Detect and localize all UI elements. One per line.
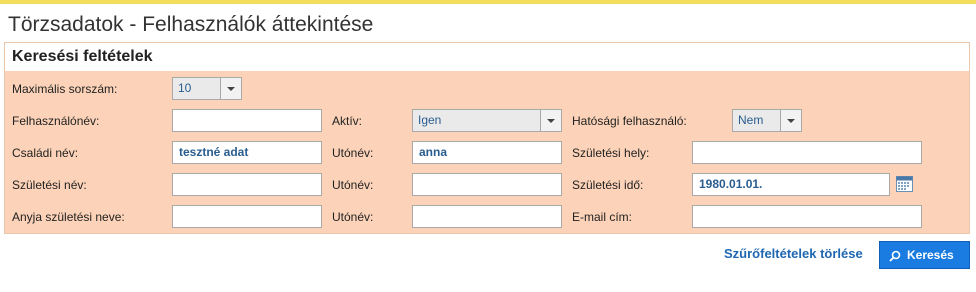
username-input[interactable] (172, 109, 322, 132)
chevron-down-icon[interactable] (780, 110, 801, 131)
active-value: Igen (418, 113, 442, 127)
birth-family-name-label: Születési név: (12, 178, 87, 192)
birth-date-label: Születési idő: (572, 178, 644, 192)
username-label: Felhasználónév: (12, 114, 100, 128)
calendar-icon[interactable] (896, 175, 913, 192)
authority-user-select[interactable]: Nem (732, 109, 802, 132)
max-rows-value: 10 (178, 81, 192, 95)
birth-family-name-input[interactable] (172, 173, 322, 196)
page-title: Törzsadatok - Felhasználók áttekintése (8, 13, 374, 36)
birth-given-name-input[interactable] (412, 173, 562, 196)
max-rows-label: Maximális sorszám: (12, 82, 118, 96)
max-rows-select[interactable]: 10 (172, 77, 242, 100)
active-label: Aktív: (332, 114, 363, 128)
mother-given-name-input[interactable] (412, 205, 562, 228)
given-name-input[interactable]: anna (412, 141, 562, 164)
birth-place-label: Születési hely: (572, 146, 650, 160)
mother-family-name-input[interactable] (172, 205, 322, 228)
family-name-label: Családi név: (12, 146, 79, 160)
panel-title: Keresési feltételek (12, 48, 153, 65)
active-select[interactable]: Igen (412, 109, 562, 132)
search-icon (889, 250, 901, 262)
birth-given-name-label: Utónév: (332, 178, 374, 192)
panel-header: Keresési feltételek (5, 43, 969, 71)
chevron-down-icon[interactable] (540, 110, 561, 131)
search-button-label: Keresés (907, 248, 954, 262)
birth-date-input[interactable]: 1980.01.01. (692, 173, 890, 196)
mother-given-name-label: Utónév: (332, 210, 374, 224)
mother-name-label: Anyja születési neve: (12, 210, 125, 224)
authority-user-label: Hatósági felhasználó: (572, 114, 687, 128)
chevron-down-icon[interactable] (220, 78, 241, 99)
top-accent-bar (0, 0, 976, 4)
email-label: E-mail cím: (572, 210, 632, 224)
birth-place-input[interactable] (692, 141, 922, 164)
authority-user-value: Nem (738, 113, 764, 127)
email-input[interactable] (692, 205, 922, 228)
clear-filters-link[interactable]: Szűrőfeltételek törlése (724, 246, 863, 261)
family-name-input[interactable]: tesztné adat (172, 141, 322, 164)
search-button[interactable]: Keresés (879, 241, 970, 269)
given-name-label: Utónév: (332, 146, 374, 160)
